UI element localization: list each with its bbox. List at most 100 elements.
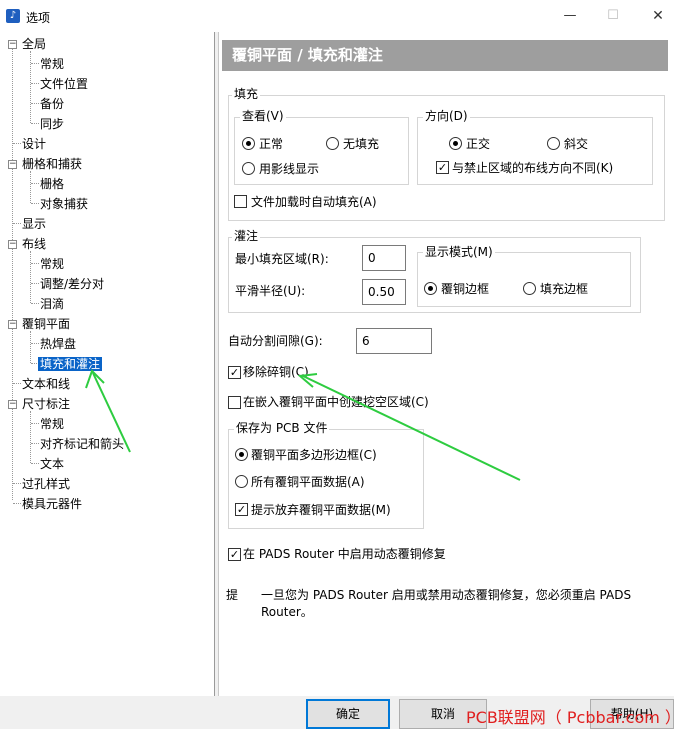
collapse-icon[interactable]: − [8, 400, 17, 409]
collapse-icon[interactable]: − [8, 40, 17, 49]
tree-connector [31, 83, 39, 84]
tree-item-object-snap[interactable]: 对象捕获 [40, 195, 88, 213]
auto-split-gap-input[interactable]: 6 [356, 328, 432, 354]
min-fill-area-input[interactable]: 0 [362, 245, 406, 271]
tree-connector [31, 183, 39, 184]
view-normal-label: 正常 [259, 137, 284, 151]
tree-item-sync[interactable]: 同步 [40, 115, 64, 133]
dynamic-repair-checkbox[interactable]: ✓ [228, 548, 241, 561]
tip-text-line2: Router。 [261, 605, 313, 619]
tree-connector [31, 63, 39, 64]
diff-restrict-checkbox[interactable]: ✓ [436, 161, 449, 174]
tree-item-dimensioning[interactable]: 尺寸标注 [22, 395, 70, 413]
tree-connector [30, 331, 31, 363]
display-fill-border-label: 填充边框 [540, 282, 589, 296]
remove-islands-label: 移除碎铜(C) [243, 365, 309, 379]
tree-item-grid-snap[interactable]: 栅格和捕获 [22, 155, 82, 173]
tree-connector [12, 48, 13, 500]
flood-group-label: 灌注 [232, 229, 261, 244]
maximize-icon[interactable]: ☐ [603, 6, 623, 26]
tree-connector [31, 283, 39, 284]
collapse-icon[interactable]: − [8, 160, 17, 169]
tree-item-file-locations[interactable]: 文件位置 [40, 75, 88, 93]
options-tree[interactable]: 全局 − 常规 文件位置 备份 同步 设计 栅格和捕获 − 栅格 对象捕获 显示… [0, 32, 215, 696]
tree-item-design[interactable]: 设计 [22, 135, 46, 153]
tree-connector [13, 383, 21, 384]
create-cutouts-checkbox[interactable] [228, 396, 241, 409]
tree-connector [31, 263, 39, 264]
dynamic-repair-label: 在 PADS Router 中启用动态覆铜修复 [243, 547, 446, 561]
tree-item-via-styles[interactable]: 过孔样式 [22, 475, 70, 493]
tree-connector [31, 443, 39, 444]
tree-item-teardrops[interactable]: 泪滴 [40, 295, 64, 313]
display-outline-radio[interactable] [424, 282, 437, 295]
page-title: 覆铜平面 / 填充和灌注 [222, 40, 668, 71]
tree-connector [31, 463, 39, 464]
ok-button[interactable]: 确定 [306, 699, 390, 729]
minimize-icon[interactable]: — [560, 6, 580, 26]
tree-item-dim-general[interactable]: 常规 [40, 415, 64, 433]
view-hatch-label: 用影线显示 [259, 162, 320, 176]
tree-item-alignment-arrows[interactable]: 对齐标记和箭头 [40, 435, 124, 453]
tree-item-routing-general[interactable]: 常规 [40, 255, 64, 273]
tip-text-line1: 一旦您为 PADS Router 启用或禁用动态覆铜修复，您必须重启 PADS [261, 588, 632, 602]
tree-item-global[interactable]: 全局 [22, 35, 46, 53]
tree-connector [31, 343, 39, 344]
tree-connector [30, 411, 31, 463]
tip-label: 提 [226, 588, 239, 602]
tree-connector [13, 143, 21, 144]
tree-item-grid[interactable]: 栅格 [40, 175, 64, 193]
save-polygon-outline-label: 覆铜平面多边形边框(C) [251, 448, 377, 462]
collapse-icon[interactable]: − [8, 240, 17, 249]
display-mode-group [417, 252, 631, 307]
tree-item-tuning-diff-pairs[interactable]: 调整/差分对 [40, 275, 104, 293]
view-no-fill-label: 无填充 [343, 137, 380, 151]
tree-item-dim-text[interactable]: 文本 [40, 455, 64, 473]
direction-orthogonal-label: 正交 [466, 137, 491, 151]
display-mode-label: 显示模式(M) [423, 245, 495, 260]
tree-connector [13, 223, 21, 224]
save-polygon-outline-radio[interactable] [235, 448, 248, 461]
direction-orthogonal-radio[interactable] [449, 137, 462, 150]
prompt-discard-label: 提示放弃覆铜平面数据(M) [251, 503, 391, 517]
tree-item-copper-plane[interactable]: 覆铜平面 [22, 315, 70, 333]
tree-item-thermals[interactable]: 热焊盘 [40, 335, 76, 353]
tree-connector [30, 251, 31, 303]
tree-connector [31, 303, 39, 304]
tree-item-backup[interactable]: 备份 [40, 95, 64, 113]
tree-connector [31, 123, 39, 124]
tree-item-text-and-lines[interactable]: 文本和线 [22, 375, 70, 393]
view-hatch-radio[interactable] [242, 162, 255, 175]
min-fill-area-label: 最小填充区域(R): [235, 252, 329, 266]
view-no-fill-radio[interactable] [326, 137, 339, 150]
tree-item-display[interactable]: 显示 [22, 215, 46, 233]
save-all-data-label: 所有覆铜平面数据(A) [251, 475, 365, 489]
prompt-discard-checkbox[interactable]: ✓ [235, 503, 248, 516]
fill-group-label: 填充 [232, 87, 261, 102]
view-normal-radio[interactable] [242, 137, 255, 150]
save-as-pcb-label: 保存为 PCB 文件 [234, 421, 330, 436]
tree-connector [31, 103, 39, 104]
tree-item-fill-and-flood[interactable]: 填充和灌注 [38, 355, 103, 373]
tree-item-die-components[interactable]: 模具元器件 [22, 495, 82, 513]
tree-connector [31, 203, 39, 204]
close-icon[interactable]: ✕ [648, 6, 668, 26]
save-all-data-radio[interactable] [235, 475, 248, 488]
auto-fill-on-load-checkbox[interactable] [234, 195, 247, 208]
music-note-icon: ♪ [6, 9, 20, 23]
smooth-radius-input[interactable]: 0.50 [362, 279, 406, 305]
watermark-text: PCB联盟网（ Pcbbar.com ） [466, 708, 674, 727]
direction-group-label: 方向(D) [423, 109, 470, 124]
window-title: 选项 [26, 11, 51, 25]
tree-connector [30, 171, 31, 203]
direction-diagonal-label: 斜交 [564, 137, 589, 151]
tree-item-routing[interactable]: 布线 [22, 235, 46, 253]
collapse-icon[interactable]: − [8, 320, 17, 329]
direction-diagonal-radio[interactable] [547, 137, 560, 150]
display-fill-border-radio[interactable] [523, 282, 536, 295]
tree-item-general[interactable]: 常规 [40, 55, 64, 73]
view-group-label: 查看(V) [240, 109, 286, 124]
tree-connector [30, 51, 31, 123]
tree-connector [31, 423, 39, 424]
remove-islands-checkbox[interactable]: ✓ [228, 366, 241, 379]
